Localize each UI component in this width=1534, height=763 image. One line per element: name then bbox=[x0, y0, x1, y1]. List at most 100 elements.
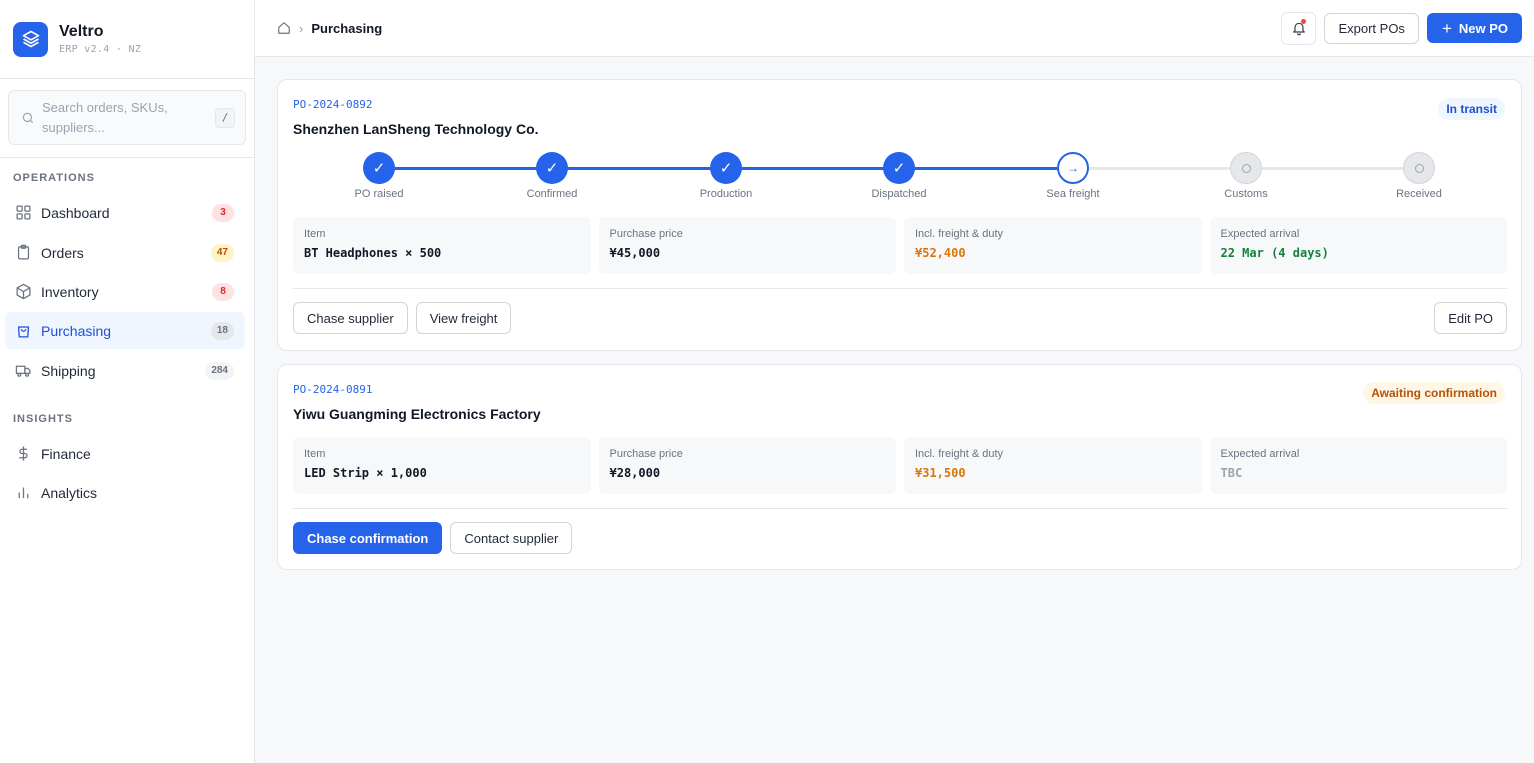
brand-header: Veltro ERP v2.4 · NZ bbox=[0, 0, 254, 79]
count-badge: 3 bbox=[212, 203, 234, 222]
search-placeholder: Search orders, SKUs, suppliers... bbox=[42, 99, 168, 135]
brand-name: Veltro bbox=[59, 23, 104, 40]
search-shortcut: / bbox=[215, 107, 235, 128]
sidebar-item-purchasing[interactable]: Purchasing 18 bbox=[5, 312, 245, 349]
sidebar-item-label: Analytics bbox=[41, 484, 98, 501]
step-dispatched: ✓ Dispatched bbox=[849, 152, 949, 200]
po-supplier: Shenzhen LanSheng Technology Co. bbox=[293, 121, 539, 137]
step-po-raised: ✓ PO raised bbox=[329, 152, 429, 200]
stat-item: Item BT Headphones × 500 bbox=[293, 217, 591, 274]
progress-tracker: ✓ PO raised ✓ Confirmed ✓ Production ✓ D… bbox=[293, 152, 1507, 202]
sidebar-item-orders[interactable]: Orders 47 bbox=[5, 234, 245, 271]
clipboard-icon bbox=[17, 244, 30, 260]
count-badge: 18 bbox=[210, 321, 234, 340]
step-label: Dispatched bbox=[871, 188, 927, 200]
nav-section-insights: INSIGHTS bbox=[13, 413, 73, 425]
pending-circle-icon bbox=[1230, 152, 1262, 184]
topbar: › Purchasing Export POs + New PO bbox=[255, 0, 1534, 57]
step-sea-freight: → Sea freight bbox=[1023, 152, 1123, 200]
truck-icon bbox=[15, 365, 31, 377]
shopping-bag-icon bbox=[17, 326, 30, 338]
search-icon bbox=[22, 112, 34, 123]
sidebar-item-shipping[interactable]: Shipping 284 bbox=[5, 352, 245, 389]
divider bbox=[293, 288, 1507, 289]
step-received: Received bbox=[1369, 152, 1469, 200]
plus-icon: + bbox=[1441, 18, 1452, 38]
sidebar-item-finance[interactable]: Finance bbox=[5, 435, 245, 472]
stat-label: Incl. freight & duty bbox=[915, 228, 1004, 240]
export-pos-button[interactable]: Export POs bbox=[1324, 12, 1419, 44]
edit-po-button[interactable]: Edit PO bbox=[1434, 302, 1507, 334]
stat-purchase-price: Purchase price ¥28,000 bbox=[598, 437, 896, 494]
stat-value: ¥52,400 bbox=[915, 246, 966, 260]
breadcrumb-current: Purchasing bbox=[311, 20, 383, 36]
divider bbox=[293, 508, 1507, 509]
po-actions: Chase confirmation Contact supplier bbox=[293, 522, 1507, 554]
box-icon bbox=[16, 283, 31, 300]
step-production: ✓ Production bbox=[676, 152, 776, 200]
view-freight-button[interactable]: View freight bbox=[415, 302, 512, 334]
step-label: Sea freight bbox=[1046, 188, 1100, 200]
check-icon: ✓ bbox=[363, 152, 395, 184]
stat-expected-arrival: Expected arrival 22 Mar (4 days) bbox=[1209, 217, 1507, 274]
step-customs: Customs bbox=[1196, 152, 1296, 200]
stat-value: BT Headphones × 500 bbox=[304, 246, 442, 260]
status-badge: Awaiting confirmation bbox=[1363, 382, 1505, 404]
layers-logo-icon bbox=[13, 21, 48, 57]
chase-confirmation-button[interactable]: Chase confirmation bbox=[293, 522, 443, 554]
sidebar-item-inventory[interactable]: Inventory 8 bbox=[5, 273, 245, 310]
stat-value: ¥28,000 bbox=[609, 466, 661, 480]
check-icon: ✓ bbox=[883, 152, 915, 184]
step-label: Customs bbox=[1224, 188, 1268, 200]
po-card: PO-2024-0892 Shenzhen LanSheng Technolog… bbox=[277, 79, 1522, 351]
chevron-right-icon: › bbox=[299, 20, 304, 36]
step-label: Received bbox=[1396, 188, 1442, 200]
po-id[interactable]: PO-2024-0892 bbox=[293, 98, 372, 111]
new-po-label: New PO bbox=[1458, 20, 1508, 36]
stat-label: Purchase price bbox=[609, 448, 683, 460]
stat-label: Item bbox=[304, 228, 326, 240]
stat-value: 22 Mar (4 days) bbox=[1220, 246, 1329, 260]
sidebar-item-label: Inventory bbox=[41, 283, 99, 300]
stat-expected-arrival: Expected arrival TBC bbox=[1209, 437, 1507, 494]
new-po-button[interactable]: + New PO bbox=[1426, 13, 1522, 43]
stat-value: ¥31,500 bbox=[915, 466, 966, 480]
home-icon[interactable] bbox=[277, 21, 291, 35]
stat-purchase-price: Purchase price ¥45,000 bbox=[598, 217, 896, 274]
sidebar-item-label: Finance bbox=[41, 445, 91, 462]
dollar-icon bbox=[19, 446, 28, 461]
count-badge: 284 bbox=[205, 361, 234, 380]
grid-icon bbox=[16, 205, 31, 220]
status-badge: In transit bbox=[1438, 98, 1505, 120]
nav-section-operations: OPERATIONS bbox=[13, 172, 95, 184]
chase-supplier-button[interactable]: Chase supplier bbox=[293, 302, 408, 334]
step-confirmed: ✓ Confirmed bbox=[502, 152, 602, 200]
sidebar-item-label: Orders bbox=[41, 244, 84, 261]
po-card: PO-2024-0891 Yiwu Guangming Electronics … bbox=[277, 364, 1522, 570]
stat-value: ¥45,000 bbox=[609, 246, 661, 260]
sidebar-item-analytics[interactable]: Analytics bbox=[5, 474, 245, 511]
sidebar-item-label: Dashboard bbox=[41, 204, 110, 221]
stat-label: Incl. freight & duty bbox=[915, 448, 1004, 460]
stat-label: Expected arrival bbox=[1220, 448, 1300, 460]
check-icon: ✓ bbox=[536, 152, 568, 184]
stat-landed-cost: Incl. freight & duty ¥31,500 bbox=[904, 437, 1202, 494]
count-badge: 47 bbox=[210, 243, 234, 262]
bar-chart-icon bbox=[18, 487, 29, 499]
sidebar-item-dashboard[interactable]: Dashboard 3 bbox=[5, 194, 245, 231]
notifications-button[interactable] bbox=[1281, 11, 1317, 45]
stat-value: LED Strip × 1,000 bbox=[304, 466, 427, 480]
stat-label: Expected arrival bbox=[1220, 228, 1300, 240]
search-input[interactable]: Search orders, SKUs, suppliers... / bbox=[8, 90, 246, 145]
check-icon: ✓ bbox=[710, 152, 742, 184]
sidebar-item-label: Shipping bbox=[41, 362, 96, 379]
stat-value: TBC bbox=[1220, 466, 1243, 480]
stat-label: Item bbox=[304, 448, 326, 460]
contact-supplier-button[interactable]: Contact supplier bbox=[450, 522, 573, 554]
sidebar: Veltro ERP v2.4 · NZ Search orders, SKUs… bbox=[0, 0, 255, 763]
sidebar-item-label: Purchasing bbox=[41, 322, 112, 339]
po-supplier: Yiwu Guangming Electronics Factory bbox=[293, 406, 541, 422]
po-id[interactable]: PO-2024-0891 bbox=[293, 383, 372, 396]
brand-version: ERP v2.4 · NZ bbox=[59, 44, 142, 55]
stat-landed-cost: Incl. freight & duty ¥52,400 bbox=[904, 217, 1202, 274]
